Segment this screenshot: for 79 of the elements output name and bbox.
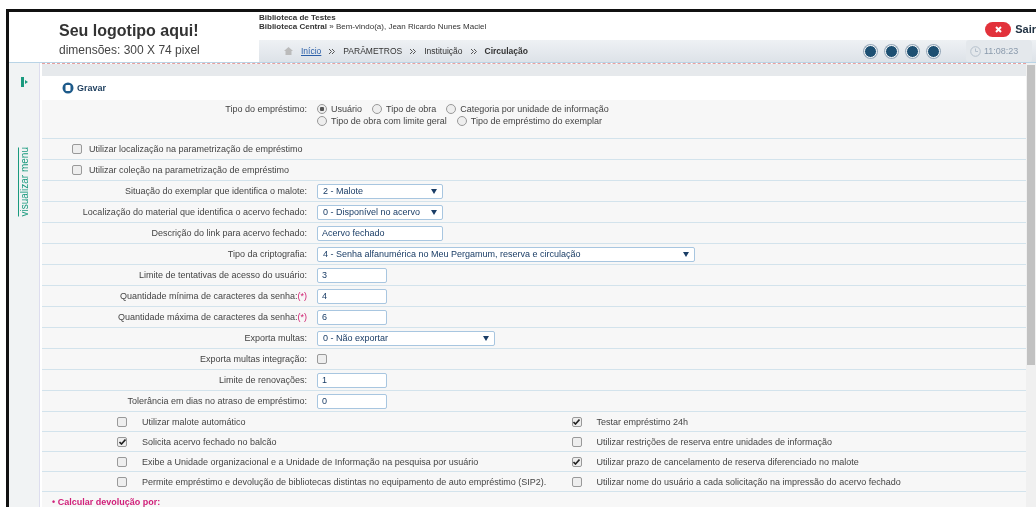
caret-icon bbox=[431, 188, 437, 194]
field-label: Quantidade máxima de caracteres da senha:(*) bbox=[116, 312, 308, 322]
radio-button[interactable] bbox=[317, 104, 327, 114]
save-button[interactable]: Gravar bbox=[62, 82, 107, 94]
checkbox-label[interactable]: Exibe a Unidade organizacional e a Unidade de Informação na pesquisa por usuário bbox=[142, 456, 479, 467]
checkbox[interactable] bbox=[117, 456, 127, 467]
welcome-text: Biblioteca Central » Bem-vindo(a), Jean Ricardo Nunes Maciel bbox=[259, 22, 487, 31]
checkbox[interactable] bbox=[571, 436, 582, 447]
caret-icon bbox=[431, 209, 437, 215]
input-field[interactable]: 6 bbox=[317, 309, 387, 325]
checkbox-label[interactable]: Utilizar malote automático bbox=[142, 416, 246, 427]
checkbox[interactable] bbox=[317, 354, 327, 364]
breadcrumb-item: PARÂMETROS bbox=[343, 46, 403, 56]
input-field[interactable]: 0 bbox=[317, 393, 387, 409]
radio-button[interactable] bbox=[372, 104, 382, 114]
input-field[interactable]: 1 bbox=[317, 372, 387, 388]
caret-icon bbox=[683, 251, 689, 257]
input-field[interactable]: Acervo fechado bbox=[317, 225, 443, 241]
save-icon bbox=[62, 82, 74, 94]
checkbox-label[interactable]: Utilizar nome do usuário a cada solicitação na impressão do acervo fechado bbox=[596, 476, 901, 487]
breadcrumb-item: Circulação bbox=[484, 46, 528, 56]
field-label: Limite de renovações: bbox=[217, 375, 308, 385]
field-label: Descrição do link para acervo fechado: bbox=[150, 228, 308, 238]
radio-label[interactable]: Tipo de empréstimo do exemplar bbox=[470, 116, 602, 126]
field-label: Situação do exemplar que identifica o malote: bbox=[123, 186, 308, 196]
checkbox[interactable] bbox=[72, 165, 82, 175]
checkbox-label[interactable]: Testar empréstimo 24h bbox=[596, 416, 689, 427]
close-icon bbox=[994, 25, 1002, 33]
caret-icon bbox=[483, 335, 489, 341]
checkbox-label[interactable]: Utilizar localização na parametrização de empréstimo bbox=[89, 144, 303, 154]
logout-label[interactable]: Sair bbox=[1015, 23, 1036, 35]
field-label: Exporta multas: bbox=[243, 333, 308, 343]
radio-button[interactable] bbox=[446, 104, 457, 114]
radio-label[interactable]: Tipo de obra com limite geral bbox=[331, 116, 447, 126]
field-label: Tolerância em dias no atraso de empréstimo: bbox=[126, 396, 308, 406]
dropdown[interactable]: 0 - Não exportar bbox=[317, 330, 495, 346]
field-label: Localização do material que identifica o acervo fechado: bbox=[81, 207, 308, 217]
radio-button[interactable] bbox=[317, 116, 327, 126]
expand-icon[interactable] bbox=[20, 77, 28, 87]
dropdown[interactable]: 0 - Disponível no acervo bbox=[317, 204, 443, 220]
radio-button[interactable] bbox=[456, 116, 467, 126]
radio-label[interactable]: Usuário bbox=[331, 104, 362, 114]
radio-label[interactable]: Tipo de obra bbox=[386, 104, 437, 114]
logo-title: Seu logotipo aqui! bbox=[59, 22, 200, 40]
scrollbar[interactable] bbox=[1026, 63, 1036, 507]
chevron-icon bbox=[410, 48, 417, 54]
dropdown[interactable]: 4 - Senha alfanumérica no Meu Pergamum, reserva e circulação bbox=[317, 246, 695, 262]
field-label: Exporta multas integração: bbox=[198, 354, 308, 364]
library-name: Biblioteca de Testes bbox=[259, 13, 337, 22]
checkbox[interactable] bbox=[117, 436, 127, 447]
input-field[interactable]: 3 bbox=[317, 267, 387, 283]
clock-icon bbox=[970, 45, 981, 57]
field-label: Quantidade mínima de caracteres da senha:(*) bbox=[118, 291, 308, 301]
chevron-icon bbox=[329, 48, 336, 54]
checkbox-label[interactable]: Utilizar coleção na parametrização de empréstimo bbox=[89, 165, 290, 175]
checkbox[interactable] bbox=[571, 476, 582, 487]
checkbox[interactable] bbox=[72, 144, 82, 154]
checkbox[interactable] bbox=[571, 416, 582, 427]
logo-subtitle: dimensões: 300 X 74 pixel bbox=[59, 43, 201, 57]
breadcrumb-item: Instituição bbox=[424, 46, 463, 56]
checkbox[interactable] bbox=[571, 456, 582, 467]
radio-label[interactable]: Categoria por unidade de informação bbox=[460, 104, 609, 114]
checkbox-label[interactable]: Permite empréstimo e devolução de bibliotecas distintas no equipamento de auto empréstimo (SIP2). bbox=[142, 476, 547, 487]
checkbox[interactable] bbox=[117, 416, 127, 427]
chevron-icon bbox=[470, 48, 477, 54]
dropdown[interactable]: 2 - Malote bbox=[317, 183, 443, 199]
field-label: Tipo do empréstimo: bbox=[224, 104, 308, 114]
checkbox-label[interactable]: Utilizar restrições de reserva entre unidades de informação bbox=[596, 436, 833, 447]
section-title: • Calcular devolução por: bbox=[52, 497, 161, 507]
clock-time: 11:08:23 bbox=[984, 46, 1019, 56]
home-icon bbox=[284, 47, 293, 55]
field-label: Limite de tentativas de acesso do usuário: bbox=[137, 270, 308, 280]
checkbox[interactable] bbox=[117, 476, 127, 487]
checkbox-label[interactable]: Utilizar prazo de cancelamento de reserva diferenciado no malote bbox=[596, 456, 859, 467]
breadcrumb-link[interactable]: Início bbox=[301, 46, 322, 56]
checkbox-label[interactable]: Solicita acervo fechado no balcão bbox=[142, 436, 277, 447]
field-label: Tipo da criptografia: bbox=[226, 249, 308, 259]
logout-button[interactable] bbox=[985, 21, 1012, 37]
input-field[interactable]: 4 bbox=[317, 288, 387, 304]
